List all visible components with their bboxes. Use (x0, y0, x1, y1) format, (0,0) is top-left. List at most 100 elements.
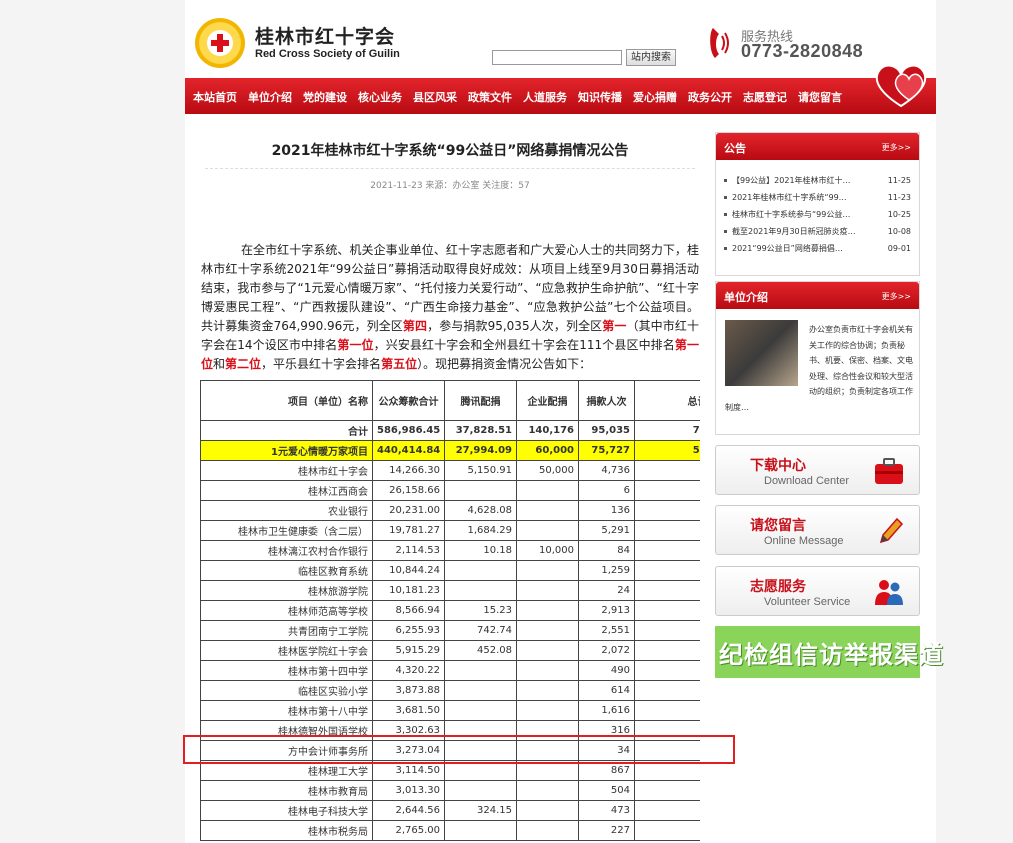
table-cell-name: 合计 (200, 420, 373, 441)
table-cell-total: 8,582.17 (634, 600, 700, 621)
nav-item[interactable]: 党的建设 (303, 89, 347, 105)
table-cell-corp: 60,000 (516, 440, 579, 461)
table-cell-count: 84 (578, 540, 635, 561)
table-cell-tencent (444, 680, 517, 701)
body-text: ，参与捐款95,035人次，列全区 (427, 319, 603, 333)
nav-item[interactable]: 核心业务 (358, 89, 402, 105)
nav-item[interactable]: 人道服务 (523, 89, 567, 105)
table-row: 临桂区教育系统10,844.241,25910,844.24 (200, 560, 700, 581)
column-header: 腾讯配捐 (444, 380, 517, 421)
table-cell-corp (516, 560, 579, 581)
table-cell-total: 2,765.00 (634, 820, 700, 841)
search-input[interactable] (492, 50, 622, 65)
table-cell-total: 26,158.66 (634, 480, 700, 501)
table-row: 合计586,986.4537,828.51140,17695,035764,99… (200, 420, 700, 441)
table-cell-corp (516, 520, 579, 541)
table-cell-corp (516, 620, 579, 641)
table-cell-total: 3,681.50 (634, 700, 700, 721)
body-text: ，平乐县红十字会排名 (261, 357, 382, 371)
search-button[interactable]: 站内搜索 (626, 49, 676, 66)
table-row: 桂林医学院红十字会5,915.29452.08 2,0726,367.37 (200, 640, 700, 661)
table-row: 桂林市税务局2,765.002272,765.00 (200, 820, 700, 841)
table-row: 桂林市第十四中学4,320.224904,320.22 (200, 660, 700, 681)
table-cell-count: 614 (578, 680, 635, 701)
table-cell-name: 1元爱心情暖万家项目 (200, 440, 373, 461)
table-cell-total: 6,367.37 (634, 640, 700, 661)
notice-more-link[interactable]: 更多>> (882, 142, 911, 153)
table-cell-corp (516, 780, 579, 801)
nav-item[interactable]: 知识传播 (578, 89, 622, 105)
table-cell-name: 桂林漓江农村合作银行 (200, 540, 373, 561)
table-cell-count: 136 (578, 500, 635, 521)
table-cell-public: 2,114.53 (372, 540, 445, 561)
table-row: 桂林漓江农村合作银行2,114.5310.1810,0008412,124.71 (200, 540, 700, 561)
table-cell-count: 2,551 (578, 620, 635, 641)
volunteer-service-button[interactable]: 志愿服务 Volunteer Service (715, 566, 920, 616)
table-cell-public: 26,158.66 (372, 480, 445, 501)
main-nav: 本站首页 单位介绍 党的建设 核心业务 县区风采 政策文件 人道服务 知识传播 爱心捐赠 政务公开… (185, 78, 936, 114)
notice-title: 桂林市红十字系统参与“99公益… (732, 210, 851, 219)
table-cell-corp (516, 700, 579, 721)
table-cell-public: 19,781.27 (372, 520, 445, 541)
table-row: 农业银行20,231.004,628.08 13624,859.08 (200, 500, 700, 521)
donation-table-container[interactable]: 项目（单位）名称公众筹款合计腾讯配捐企业配捐捐款人次总计 合计586,986.4… (200, 380, 700, 843)
table-cell-public: 2,765.00 (372, 820, 445, 841)
nav-item[interactable]: 县区风采 (413, 89, 457, 105)
table-row: 1元爱心情暖万家项目 440,414.84 27,994.09 60,000 75,72… (200, 440, 700, 461)
red-cross-logo-icon[interactable] (195, 18, 245, 68)
notice-item[interactable]: 截至2021年9月30日新冠肺炎疫… 10-08 (724, 223, 911, 240)
ranking-highlight: 第二位 (225, 357, 262, 371)
table-cell-tencent: 15.23 (444, 600, 517, 621)
notice-item[interactable]: 【99公益】2021年桂林市红十… 11-25 (724, 172, 911, 189)
download-center-button[interactable]: 下载中心 Download Center (715, 445, 920, 495)
table-cell-total: 764,990.96 (634, 420, 700, 441)
table-cell-count: 5,291 (578, 520, 635, 541)
nav-item[interactable]: 单位介绍 (248, 89, 292, 105)
table-cell-count: 1,259 (578, 560, 635, 581)
table-row: 桂林市教育局3,013.305043,013.30 (200, 780, 700, 801)
table-cell-public: 14,266.30 (372, 460, 445, 481)
table-row: 临桂区实验小学3,873.886143,873.88 (200, 680, 700, 701)
intro-more-link[interactable]: 更多>> (882, 291, 911, 302)
table-cell-name: 桂林市卫生健康委（含二层） (200, 520, 373, 541)
column-header: 企业配捐 (516, 380, 579, 421)
table-cell-corp (516, 800, 579, 821)
notice-item[interactable]: 桂林市红十字系统参与“99公益… 10-25 (724, 206, 911, 223)
nav-item[interactable]: 政务公开 (688, 89, 732, 105)
online-message-label: 请您留言 (750, 518, 806, 534)
nav-item[interactable]: 本站首页 (193, 89, 237, 105)
notice-date: 11-23 (887, 193, 911, 202)
body-text: ）。现把募捐资金情况公告如下： (417, 357, 592, 371)
table-cell-name: 桂林电子科技大学 (200, 800, 373, 821)
hotline-number: 0773-2820848 (741, 41, 864, 61)
table-cell-count: 227 (578, 820, 635, 841)
table-cell-name: 桂林市第十四中学 (200, 660, 373, 681)
table-cell-count: 6 (578, 480, 635, 501)
briefcase-icon (875, 458, 903, 484)
table-cell-count: 473 (578, 800, 635, 821)
notice-panel-title: 公告 (724, 142, 746, 155)
table-row: 桂林旅游学院10,181.232410,181.23 (200, 580, 700, 601)
notice-date: 10-08 (887, 227, 911, 236)
online-message-button[interactable]: 请您留言 Online Message (715, 505, 920, 555)
column-header: 总计 (634, 380, 700, 421)
table-cell-name: 桂林市税务局 (200, 820, 373, 841)
table-cell-corp (516, 820, 579, 841)
notice-item[interactable]: 2021“99公益日”网络募捐倡… 09-01 (724, 240, 911, 257)
column-header: 捐款人次 (578, 380, 635, 421)
table-cell-count: 490 (578, 660, 635, 681)
ranking-highlight: 第五位 (381, 357, 418, 371)
table-cell-public: 4,320.22 (372, 660, 445, 681)
nav-item[interactable]: 政策文件 (468, 89, 512, 105)
table-cell-count: 1,616 (578, 700, 635, 721)
discipline-report-banner[interactable]: 纪检组信访举报渠道 (715, 626, 943, 678)
nav-item[interactable]: 请您留言 (798, 89, 842, 105)
table-cell-public: 5,915.29 (372, 640, 445, 661)
donation-table: 项目（单位）名称公众筹款合计腾讯配捐企业配捐捐款人次总计 合计586,986.4… (200, 380, 700, 841)
nav-item[interactable]: 爱心捐赠 (633, 89, 677, 105)
nav-item[interactable]: 志愿登记 (743, 89, 787, 105)
notice-item[interactable]: 2021年桂林市红十字系统“99… 11-23 (724, 189, 911, 206)
body-text: ，兴安县红十字会和全州县红十字会在111个县区中排名 (373, 338, 675, 352)
org-name-en: Red Cross Society of Guilin (255, 48, 400, 60)
pencil-icon (879, 517, 904, 544)
